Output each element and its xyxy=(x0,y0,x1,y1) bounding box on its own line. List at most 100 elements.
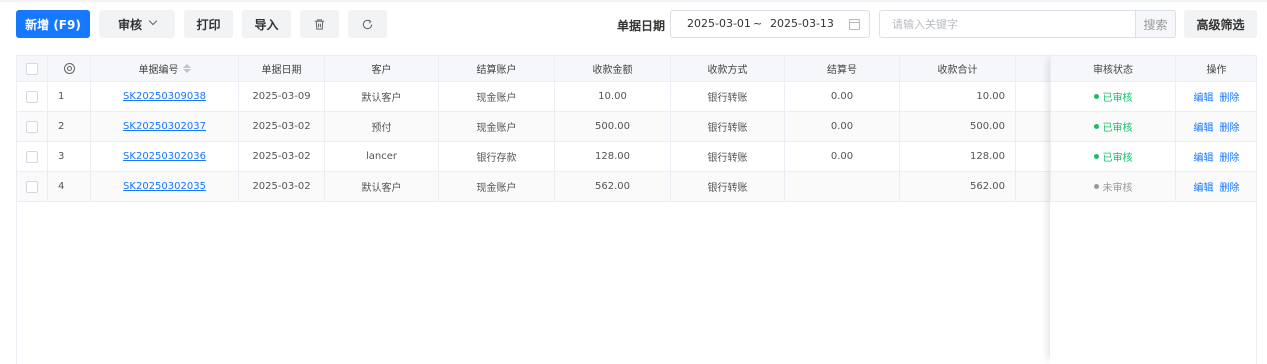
header-status: 审核状态 xyxy=(1051,56,1176,81)
table-row: 2 SK20250302037 2025-03-02 预付 现金账户 500.0… xyxy=(17,112,1256,142)
status-badge: 已审核 xyxy=(1093,149,1133,164)
receipt-table: 单据编号 单据日期 客户 结算账户 收款金额 收款方式 结算号 收款合计 审核状… xyxy=(16,55,1257,364)
sort-icon[interactable] xyxy=(182,64,191,73)
row-index: 2 xyxy=(48,112,91,141)
receipt-code-link[interactable]: SK20250302035 xyxy=(123,181,206,192)
gear-icon[interactable] xyxy=(63,63,75,74)
delete-link[interactable]: 删除 xyxy=(1220,179,1240,194)
row-amount: 562.00 xyxy=(555,172,671,201)
header-spacer xyxy=(1016,56,1051,81)
top-divider xyxy=(0,0,1267,2)
select-all-checkbox[interactable] xyxy=(26,62,38,75)
header-code-label: 单据编号 xyxy=(138,65,179,76)
calendar-icon xyxy=(849,19,860,30)
delete-link[interactable]: 删除 xyxy=(1220,149,1240,164)
row-spacer xyxy=(1016,82,1051,111)
row-settle-no: 0.00 xyxy=(785,142,900,171)
receipt-code-link[interactable]: SK20250302037 xyxy=(123,121,206,132)
row-account: 现金账户 xyxy=(439,82,555,111)
print-button[interactable]: 打印 xyxy=(184,10,233,38)
date-separator: ~ xyxy=(753,17,763,30)
trash-icon xyxy=(314,18,325,30)
edit-link[interactable]: 编辑 xyxy=(1194,179,1214,194)
edit-link[interactable]: 编辑 xyxy=(1194,119,1214,134)
advanced-filter-button[interactable]: 高级筛选 xyxy=(1184,10,1257,38)
row-account: 现金账户 xyxy=(439,172,555,201)
status-text: 未审核 xyxy=(1102,183,1133,194)
status-badge: 已审核 xyxy=(1093,119,1133,134)
column-settings-cell xyxy=(48,56,91,81)
row-index: 4 xyxy=(48,172,91,201)
edit-link[interactable]: 编辑 xyxy=(1194,149,1214,164)
row-checkbox[interactable] xyxy=(26,150,38,163)
row-settle-no xyxy=(785,172,900,201)
search-box: 搜索 xyxy=(879,10,1176,38)
row-checkbox[interactable] xyxy=(26,180,38,193)
row-total: 128.00 xyxy=(900,142,1016,171)
search-button[interactable]: 搜索 xyxy=(1135,11,1175,37)
row-actions: 编辑 删除 xyxy=(1176,82,1257,111)
refresh-icon xyxy=(362,19,373,29)
row-customer: 默认客户 xyxy=(325,82,439,111)
status-dot-icon xyxy=(1093,154,1099,159)
row-checkbox[interactable] xyxy=(26,120,38,133)
status-badge: 已审核 xyxy=(1093,89,1133,104)
audit-dropdown-button[interactable]: 审核 xyxy=(99,10,175,38)
header-customer: 客户 xyxy=(325,56,439,81)
header-method: 收款方式 xyxy=(671,56,785,81)
row-amount: 10.00 xyxy=(555,82,671,111)
table-row: 1 SK20250309038 2025-03-09 默认客户 现金账户 10.… xyxy=(17,82,1256,112)
row-checkbox[interactable] xyxy=(26,90,38,103)
row-code-cell: SK20250302035 xyxy=(91,172,239,201)
row-actions: 编辑 删除 xyxy=(1176,142,1257,171)
status-text: 已审核 xyxy=(1102,93,1133,104)
header-code[interactable]: 单据编号 xyxy=(91,56,239,81)
row-total: 500.00 xyxy=(900,112,1016,141)
row-account: 银行存款 xyxy=(439,142,555,171)
status-dot-icon xyxy=(1093,124,1099,129)
status-dot-icon xyxy=(1093,184,1099,189)
row-select-cell xyxy=(17,82,48,111)
row-status-cell: 已审核 xyxy=(1051,82,1176,111)
table-row: 4 SK20250302035 2025-03-02 默认客户 现金账户 562… xyxy=(17,172,1256,202)
chevron-down-icon xyxy=(148,16,158,26)
row-total: 562.00 xyxy=(900,172,1016,201)
delete-link[interactable]: 删除 xyxy=(1220,119,1240,134)
new-button[interactable]: 新增 (F9) xyxy=(16,10,90,38)
header-settle-no: 结算号 xyxy=(785,56,900,81)
audit-label: 审核 xyxy=(117,17,142,32)
date-filter-label: 单据日期 xyxy=(617,19,666,33)
row-status-cell: 已审核 xyxy=(1051,112,1176,141)
status-text: 已审核 xyxy=(1102,123,1133,134)
row-status-cell: 已审核 xyxy=(1051,142,1176,171)
import-button[interactable]: 导入 xyxy=(242,10,291,38)
header-account: 结算账户 xyxy=(439,56,555,81)
row-method: 银行转账 xyxy=(671,172,785,201)
row-code-cell: SK20250302036 xyxy=(91,142,239,171)
date-range-picker[interactable]: 2025-03-01 ~ 2025-03-13 xyxy=(670,10,870,38)
edit-link[interactable]: 编辑 xyxy=(1194,89,1214,104)
row-date: 2025-03-02 xyxy=(239,112,325,141)
row-code-cell: SK20250302037 xyxy=(91,112,239,141)
delete-link[interactable]: 删除 xyxy=(1220,89,1240,104)
row-settle-no: 0.00 xyxy=(785,82,900,111)
receipt-code-link[interactable]: SK20250309038 xyxy=(123,91,206,102)
row-index: 1 xyxy=(48,82,91,111)
refresh-button[interactable] xyxy=(348,10,387,38)
row-settle-no: 0.00 xyxy=(785,112,900,141)
header-date: 单据日期 xyxy=(239,56,325,81)
row-select-cell xyxy=(17,172,48,201)
date-start[interactable]: 2025-03-01 xyxy=(687,17,751,30)
row-actions: 编辑 删除 xyxy=(1176,172,1257,201)
date-end[interactable]: 2025-03-13 xyxy=(770,17,834,30)
row-total: 10.00 xyxy=(900,82,1016,111)
delete-button[interactable] xyxy=(300,10,339,38)
row-method: 银行转账 xyxy=(671,82,785,111)
row-amount: 500.00 xyxy=(555,112,671,141)
search-input[interactable] xyxy=(880,11,1137,37)
select-all-cell xyxy=(17,56,48,81)
row-spacer xyxy=(1016,172,1051,201)
row-method: 银行转账 xyxy=(671,142,785,171)
table-row: 3 SK20250302036 2025-03-02 lancer 银行存款 1… xyxy=(17,142,1256,172)
receipt-code-link[interactable]: SK20250302036 xyxy=(123,151,206,162)
